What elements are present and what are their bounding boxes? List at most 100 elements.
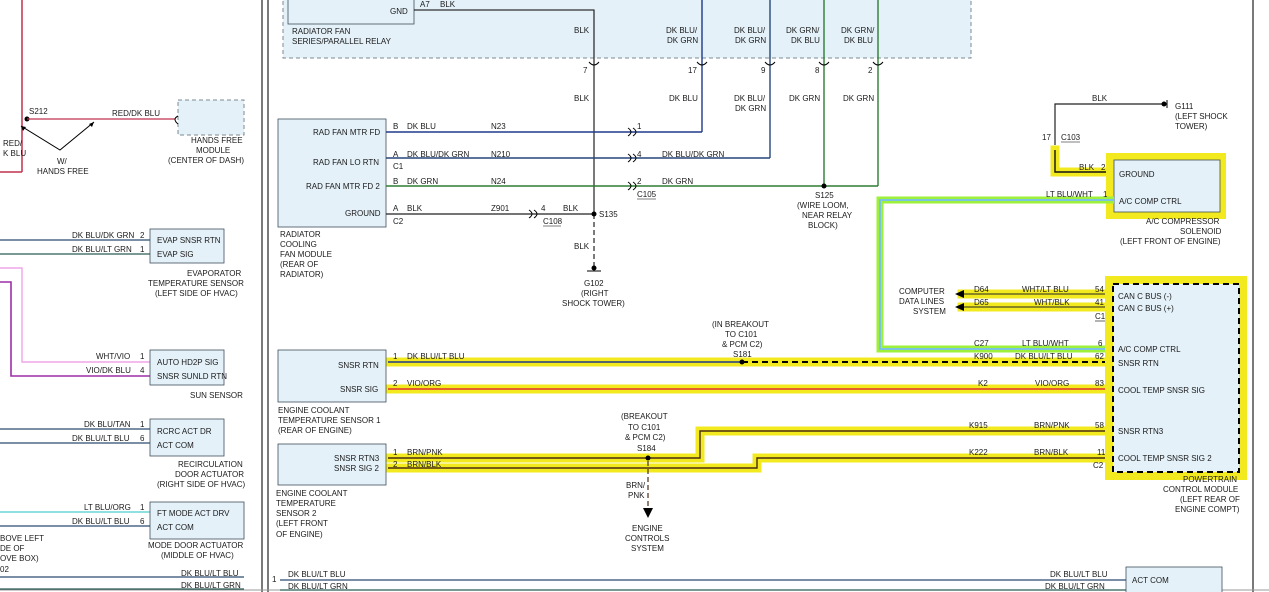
recirc-pin-label-1: RCRC ACT DR <box>157 427 212 436</box>
sun-pin-1: 1 <box>140 352 145 361</box>
left-cut-2: DE OF <box>0 544 25 553</box>
evap-label-3: (LEFT SIDE OF HVAC) <box>155 289 238 298</box>
ect2-row-2-wire: BRN/BLK <box>407 460 442 469</box>
evap-pin-label-2: EVAP SIG <box>157 250 194 259</box>
fan-row-1-pin: 1 <box>637 122 642 131</box>
evap-pin-2: 1 <box>140 245 145 254</box>
relay-pin-num: A7 <box>420 0 430 9</box>
ect1-label-2: TEMPERATURE SENSOR 1 <box>278 416 381 425</box>
recirc-pin-label-2: ACT COM <box>157 441 194 450</box>
pcm-row-5-wire: VIO/ORG <box>1035 379 1069 388</box>
left-panel: S212 RED/DK BLU RED/ K BLU W/ HANDS FREE… <box>0 0 245 590</box>
pcm-label-4: ENGINE COMPT) <box>1175 505 1240 514</box>
fan-row-4-cav: A <box>393 204 399 213</box>
hands-free-label-3: (CENTER OF DASH) <box>168 156 244 165</box>
fan-pin-label-4: GROUND <box>345 209 381 218</box>
sun-wire-1: WHT/VIO <box>96 352 130 361</box>
g102-label-2: (RIGHT <box>581 289 609 298</box>
ect2-row-1-wire: BRN/PNK <box>407 448 443 457</box>
hands-free-label-2: MODULE <box>196 146 230 155</box>
s135-label: S135 <box>599 210 618 219</box>
pcm-row-6-pin: 58 <box>1095 421 1104 430</box>
fan-c108: C108 <box>543 217 563 226</box>
recirc-label-3: (RIGHT SIDE OF HVAC) <box>157 480 245 489</box>
left-cut-3: OVE BOX) <box>0 554 39 563</box>
pcm-row-4-wire: DK BLU/LT BLU <box>1015 352 1073 361</box>
top-wire-4-label-a: DK GRN/ <box>786 26 820 35</box>
sun-pin-label-2: SNSR SUNLD RTN <box>157 372 227 381</box>
pcm-pin-label-7: COOL TEMP SNSR SIG 2 <box>1118 454 1212 463</box>
recirc-wire-1: DK BLU/TAN <box>84 420 131 429</box>
mode-label-2: (MIDDLE OF HVAC) <box>161 551 234 560</box>
engine-ctrl-1: ENGINE <box>632 524 663 533</box>
pcm-label-2: CONTROL MODULE <box>1163 485 1238 494</box>
s181-label-1: (IN BREAKOUT <box>712 320 769 329</box>
s181-label-4: S181 <box>733 350 752 359</box>
evap-label-2: TEMPERATURE SENSOR <box>148 279 244 288</box>
fan-row-4-circuit: Z901 <box>491 204 510 213</box>
top-wire-5-label-b: DK BLU <box>844 36 873 45</box>
pcm-row-4-circ: K900 <box>974 352 993 361</box>
ac-pin-label-2: A/C COMP CTRL <box>1119 197 1182 206</box>
pcm-pin-label-2: CAN C BUS (+) <box>1118 304 1174 313</box>
ect1-pin-label-1: SNSR RTN <box>338 361 379 370</box>
wiring-diagram: GND A7 BLK RADIATOR FAN SERIES/PARALLEL … <box>0 0 1269 592</box>
left-cut-1: BOVE LEFT <box>0 534 44 543</box>
fan-row-1-circuit: N23 <box>491 122 506 131</box>
pcm-label-3: (LEFT REAR OF <box>1180 495 1240 504</box>
s212-label: S212 <box>29 107 48 116</box>
ect1-label-1: ENGINE COOLANT <box>278 406 350 415</box>
relay-label-2: SERIES/PARALLEL RELAY <box>292 37 392 46</box>
s212-left-b: K BLU <box>3 149 26 158</box>
evap-pin-label-1: EVAP SNSR RTN <box>157 236 221 245</box>
sun-label-1: SUN SENSOR <box>190 391 243 400</box>
ect2-label-3: SENSOR 2 <box>276 509 317 518</box>
mode-label-1: MODE DOOR ACTUATOR <box>148 541 243 550</box>
computer-label-1: COMPUTER <box>899 287 945 296</box>
bottom-wire-2: DK BLU/LT GRN <box>288 582 348 591</box>
relay-gnd-pin: GND <box>390 7 408 16</box>
left-bottom-wire-1: DK BLU/LT BLU <box>181 569 239 578</box>
evap-pin-1: 2 <box>140 231 145 240</box>
g111-label-3: TOWER) <box>1175 122 1208 131</box>
top-wire-2-label-b: DK GRN <box>667 36 698 45</box>
relay-label-1: RADIATOR FAN <box>292 27 351 36</box>
g102-label-1: G102 <box>584 279 604 288</box>
top-wire-1-pin: 7 <box>583 66 588 75</box>
bottom-wire-1: DK BLU/LT BLU <box>288 570 346 579</box>
ect2-row-1-pin: 1 <box>393 448 398 457</box>
pcm-row-1-pin: 54 <box>1095 285 1104 294</box>
mode-pin-1: 1 <box>140 503 145 512</box>
pcm-row-4-pin: 62 <box>1095 352 1104 361</box>
hands-free-label-1: HANDS FREE <box>191 136 243 145</box>
engine-ctrl-3: SYSTEM <box>631 544 664 553</box>
g102-label-3: SHOCK TOWER) <box>562 299 625 308</box>
s125-label-1: S125 <box>815 191 834 200</box>
top-wire-5-label-a: DK GRN/ <box>841 26 875 35</box>
pcm-pin-label-4: SNSR RTN <box>1118 359 1159 368</box>
fan-row-1-cav: B <box>393 122 398 131</box>
mode-pin-2: 6 <box>140 517 145 526</box>
bottom-pin: 1 <box>272 575 277 584</box>
fan-row-2-color: DK BLU/DK GRN <box>407 150 469 159</box>
top-wire-4-pin: 8 <box>815 66 820 75</box>
ect1-row-2-pin: 2 <box>393 379 398 388</box>
g111-pin: 17 <box>1042 133 1051 142</box>
pcm-row-6-wire: BRN/PNK <box>1034 421 1070 430</box>
fan-row-3-color: DK GRN <box>407 177 438 186</box>
ac-pin-1: 2 <box>1101 163 1106 172</box>
pcm-row-2-circ: D65 <box>974 298 989 307</box>
mid-wire-5-label: DK GRN <box>843 94 874 103</box>
sun-wire-2: VIO/DK BLU <box>86 366 131 375</box>
pcm-label-1: POWERTRAIN <box>1183 475 1237 484</box>
pcm-row-3-pin: 6 <box>1098 339 1103 348</box>
mode-wire-1: LT BLU/ORG <box>84 503 131 512</box>
s181-label-3: & PCM C2) <box>722 340 763 349</box>
pcm-row-1-circ: D64 <box>974 285 989 294</box>
evap-wire-1: DK BLU/DK GRN <box>72 231 134 240</box>
pcm-pin-label-1: CAN C BUS (-) <box>1118 292 1172 301</box>
fan-label-4: (REAR OF <box>280 260 318 269</box>
evap-wire-2: DK BLU/LT GRN <box>72 245 132 254</box>
top-wire-4-label-b: DK BLU <box>791 36 820 45</box>
ect2-label-2: TEMPERATURE <box>276 499 336 508</box>
